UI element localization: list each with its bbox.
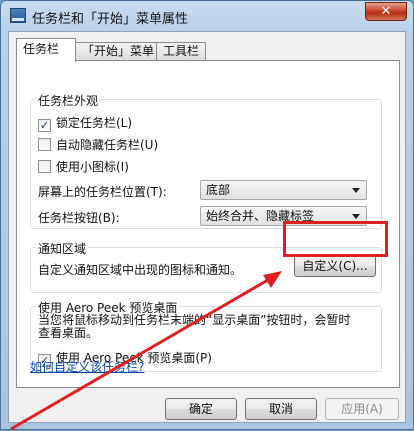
taskbar-properties-window: 任务栏和「开始」菜单属性 ✕ 任务栏 「开始」菜单 工具栏 任务栏外观 ✓ 锁定任… [0, 0, 414, 431]
tab-taskbar[interactable]: 任务栏 [16, 38, 76, 62]
annotation-arrow [10, 271, 282, 431]
